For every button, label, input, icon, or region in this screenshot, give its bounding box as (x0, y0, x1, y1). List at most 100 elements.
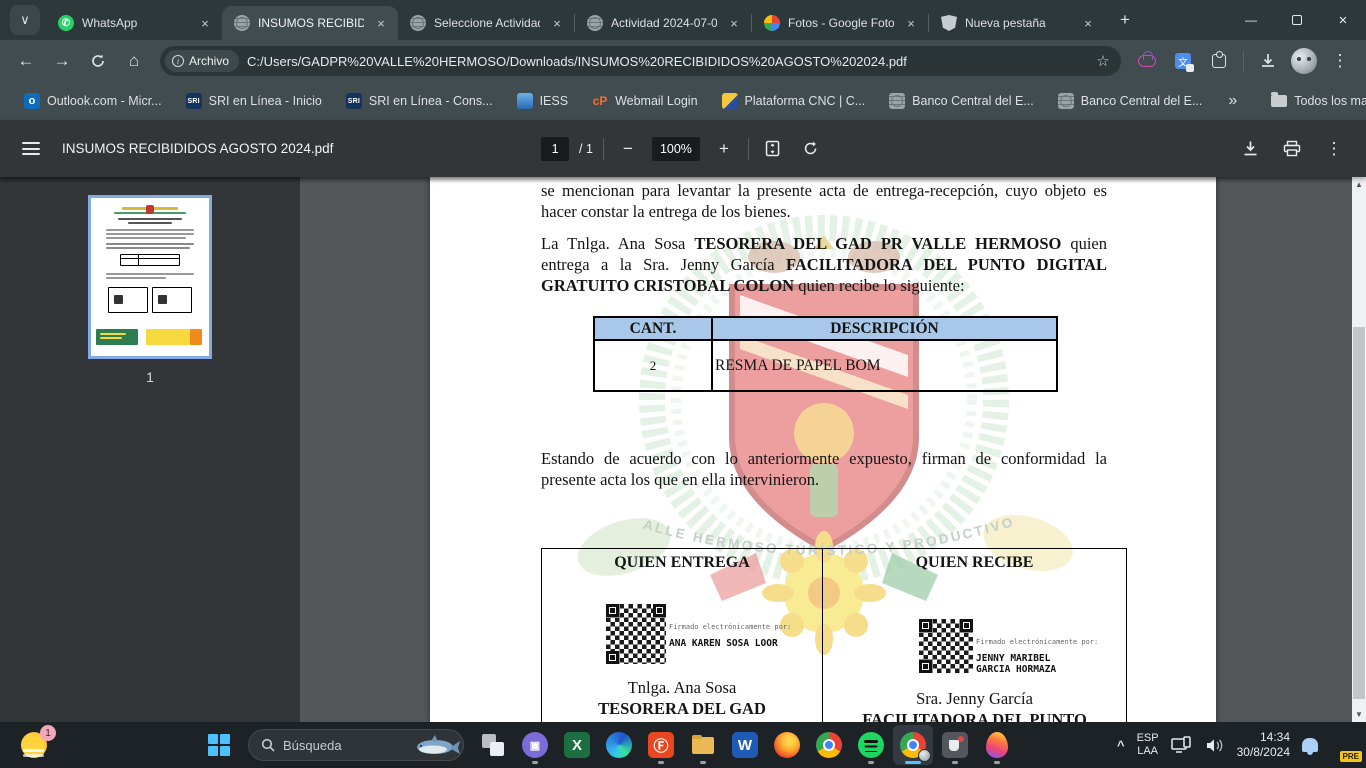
bookmark-outlook[interactable]: o Outlook.com - Micr... (14, 88, 172, 114)
tab-close-icon[interactable]: × (372, 14, 390, 32)
tab-close-icon[interactable]: × (725, 14, 743, 32)
bookmark-iess[interactable]: IESS (507, 88, 579, 114)
home-button[interactable]: ⌂ (118, 45, 150, 77)
folder-icon (1271, 95, 1287, 107)
extensions-button[interactable] (1203, 45, 1235, 77)
all-bookmarks-button[interactable]: Todos los marcadores (1261, 89, 1366, 113)
taskbar-search[interactable] (248, 729, 464, 761)
zoom-in-button[interactable]: + (710, 135, 738, 163)
extension-cloud-button[interactable] (1131, 45, 1163, 77)
address-bar[interactable]: i Archivo C:/Users/GADPR%20VALLE%20HERMO… (160, 46, 1121, 76)
tab-nueva-pestana[interactable]: Nueva pestaña × (929, 6, 1105, 40)
bookmark-sri-inicio[interactable]: SRI SRI en Línea - Inicio (176, 88, 332, 114)
tab-close-icon[interactable]: × (1079, 14, 1097, 32)
taskbar-app-edge[interactable] (599, 725, 639, 765)
bookmark-label: IESS (540, 94, 569, 108)
firefox-icon (774, 732, 800, 758)
browser-menu-button[interactable]: ⋮ (1324, 45, 1356, 77)
notifications-bell-icon[interactable] (1302, 738, 1318, 752)
bookmark-banco-central-2[interactable]: Banco Central del E... (1048, 88, 1213, 114)
start-button[interactable] (199, 725, 239, 765)
signature-header-entrega: QUIEN ENTREGA (542, 552, 822, 573)
file-scheme-chip[interactable]: i Archivo (165, 50, 239, 72)
qr-code (606, 604, 666, 664)
cast-devices-icon[interactable] (1171, 736, 1193, 754)
taskbar-app-word[interactable]: W (725, 725, 765, 765)
reload-button[interactable] (82, 45, 114, 77)
task-view-button[interactable] (473, 725, 513, 765)
pdf-filename: INSUMOS RECIBIDIDOS AGOSTO 2024.pdf (62, 141, 333, 156)
bookmark-banco-central-1[interactable]: Banco Central del E... (879, 88, 1044, 114)
pdf-menu-more-button[interactable]: ⋮ (1320, 135, 1348, 163)
taskbar-app-video-chat[interactable]: ▣ (515, 725, 555, 765)
tab-search-button[interactable]: ∨ (10, 5, 40, 35)
widgets-button[interactable]: 1 (14, 729, 54, 761)
taskbar-app-file-explorer[interactable] (683, 725, 723, 765)
signature-name: JENNY MARIBEL GARCIA HORMAZA (976, 653, 1072, 675)
signature-cell-recibe: QUIEN RECIBE Firmado electrónicamente po… (823, 549, 1126, 722)
google-photos-icon (764, 15, 780, 31)
clock[interactable]: 14:34 30/8/2024 (1237, 730, 1290, 760)
bookmark-star-icon[interactable]: ☆ (1091, 49, 1115, 73)
taskbar-app-excel[interactable]: X (557, 725, 597, 765)
new-tab-button[interactable]: + (1111, 6, 1139, 34)
volume-icon[interactable] (1205, 737, 1225, 754)
taskbar-app-firefox[interactable] (767, 725, 807, 765)
bookmarks-overflow-button[interactable]: » (1220, 92, 1245, 110)
tab-actividad[interactable]: Actividad 2024-07-05 × (575, 6, 751, 40)
thumbnail-panel: 1 (0, 177, 300, 722)
taskbar-app-chrome-active[interactable] (893, 725, 933, 765)
tab-title: WhatsApp (82, 16, 188, 30)
pdf-menu-button[interactable] (22, 142, 40, 155)
search-highlight-image (411, 730, 463, 760)
taskbar-app-java[interactable] (935, 725, 975, 765)
vertical-scrollbar[interactable]: ▲ ▼ (1352, 177, 1366, 722)
tray-expand-button[interactable]: ^ (1117, 738, 1125, 753)
page-number-input[interactable]: 1 (541, 137, 569, 161)
downloads-button[interactable] (1252, 45, 1284, 77)
close-window-button[interactable]: × (1320, 0, 1366, 40)
bookmark-cnc[interactable]: Plataforma CNC | C... (712, 88, 876, 114)
back-button[interactable]: ← (10, 45, 42, 77)
tab-close-icon[interactable]: × (196, 14, 214, 32)
tab-close-icon[interactable]: × (548, 14, 566, 32)
bookmark-sri-consultas[interactable]: SRI SRI en Línea - Cons... (336, 88, 503, 114)
tab-whatsapp[interactable]: ✆ WhatsApp × (46, 6, 222, 40)
profile-avatar (1291, 48, 1317, 74)
text-run-bold: TESORERA DEL GAD PR VALLE HERMOSO (694, 234, 1061, 253)
search-input[interactable] (283, 738, 393, 753)
taskbar-app-foxit-pdf[interactable]: Ⓕ (641, 725, 681, 765)
running-indicator (658, 761, 664, 764)
reload-icon (90, 53, 106, 69)
zoom-out-button[interactable]: − (614, 135, 642, 163)
tab-insumos-pdf[interactable]: INSUMOS RECIBIDID × (222, 6, 398, 40)
scroll-up-arrow[interactable]: ▲ (1352, 177, 1366, 192)
forward-button[interactable]: → (46, 45, 78, 77)
tab-seleccione-actividad[interactable]: Seleccione Actividad × (398, 6, 574, 40)
copilot-button[interactable]: PRE (1330, 732, 1356, 758)
page-thumbnail[interactable] (88, 195, 212, 359)
scroll-down-arrow[interactable]: ▼ (1352, 707, 1366, 722)
pdf-print-button[interactable] (1278, 135, 1306, 163)
fit-page-button[interactable] (759, 135, 787, 163)
tab-close-icon[interactable]: × (902, 14, 920, 32)
restore-button[interactable] (1274, 0, 1320, 40)
taskbar-app-paint[interactable] (977, 725, 1017, 765)
pdf-separator (603, 138, 604, 160)
minimize-button[interactable]: — (1228, 0, 1274, 40)
page-count-label: / 1 (579, 142, 593, 156)
taskbar-app-spotify[interactable] (851, 725, 891, 765)
language-indicator[interactable]: ESP LAA (1137, 732, 1159, 758)
zoom-level-input[interactable]: 100% (652, 137, 700, 161)
scrollbar-thumb[interactable] (1353, 327, 1365, 699)
bookmark-label: Outlook.com - Micr... (47, 94, 162, 108)
running-indicator (700, 761, 706, 764)
pdf-download-button[interactable] (1236, 135, 1264, 163)
translate-button[interactable]: 文 (1167, 45, 1199, 77)
rotate-button[interactable] (797, 135, 825, 163)
taskbar-app-chrome[interactable] (809, 725, 849, 765)
url-text[interactable]: C:/Users/GADPR%20VALLE%20HERMOSO/Downloa… (247, 54, 1091, 69)
tab-google-fotos[interactable]: Fotos - Google Fotos × (752, 6, 928, 40)
bookmark-webmail[interactable]: cP Webmail Login (582, 88, 707, 114)
profile-button[interactable] (1288, 45, 1320, 77)
